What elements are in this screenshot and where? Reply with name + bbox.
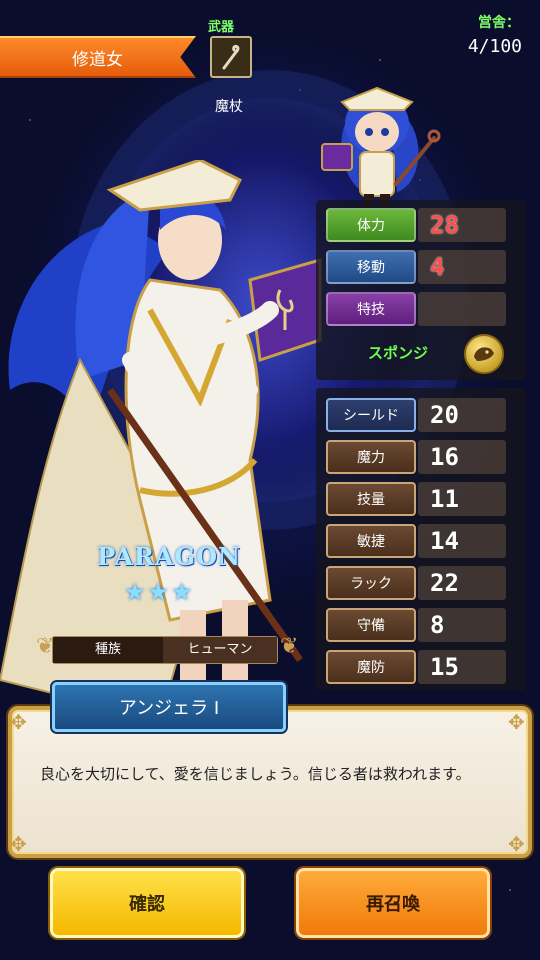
stat-label: 守備 (326, 608, 416, 642)
stat-value-bg (418, 292, 506, 326)
sponge-skill-icon[interactable] (464, 334, 504, 374)
rarity-label: PARAGON (97, 542, 241, 571)
confirm-button[interactable]: 確認 (50, 868, 244, 938)
stat-label: 魔力 (326, 440, 416, 474)
barracks-label: 営舎： (478, 15, 520, 31)
race-value: ヒューマン (163, 637, 277, 663)
stat-row-shield: シールド 20 (326, 398, 506, 432)
stat-row-speed: 敏捷 14 (326, 524, 506, 558)
stat-value: 28 (430, 211, 459, 239)
stat-row-skill: 特技 (326, 292, 506, 326)
star-icon: ★ (147, 578, 170, 606)
stat-row-hp: 体力 28 (326, 208, 506, 242)
stat-row-skill-stat: 技量 11 (326, 482, 506, 516)
weapon-name: 魔杖 (215, 99, 243, 115)
corner-ornament-icon: ✥ (10, 832, 27, 856)
star-icon: ★ (171, 578, 193, 606)
character-name-plate: アンジェラ Ⅰ (52, 682, 286, 732)
corner-ornament-icon: ✥ (508, 832, 525, 856)
race-bar: 種族 ヒューマン (52, 636, 278, 664)
stat-label: 体力 (326, 208, 416, 242)
race-label: 種族 (53, 637, 163, 663)
corner-ornament-icon: ✥ (10, 710, 27, 734)
staff-icon (210, 36, 252, 78)
stat-label: 魔防 (326, 650, 416, 684)
stat-label: 技量 (326, 482, 416, 516)
stat-label: 移動 (326, 250, 416, 284)
stat-value: 16 (430, 443, 459, 471)
stat-label: ラック (326, 566, 416, 600)
dialogue-text: 良心を大切にして、愛を信じましょう。信じる者は救われます。 (40, 765, 471, 783)
stat-row-defense: 守備 8 (326, 608, 506, 642)
rarity-stars: ★ ★ ★ (124, 578, 193, 606)
stat-value: 22 (430, 569, 459, 597)
stat-row-resistance: 魔防 15 (326, 650, 506, 684)
rarity-badge: PARAGON ★ ★ ★ (94, 542, 244, 612)
star-icon: ★ (124, 578, 146, 606)
stat-row-magic: 魔力 16 (326, 440, 506, 474)
stat-value: 20 (430, 401, 459, 429)
stat-value: 15 (430, 653, 459, 681)
stat-row-luck: ラック 22 (326, 566, 506, 600)
class-name: 修道女 (72, 49, 123, 70)
ornament-right-icon: ❦ (280, 634, 299, 659)
resummon-button[interactable]: 再召喚 (296, 868, 490, 938)
stat-value: 11 (430, 485, 459, 513)
skill-name: スポンジ (368, 344, 429, 362)
corner-ornament-icon: ✥ (508, 710, 525, 734)
stat-label: 特技 (326, 292, 416, 326)
stat-row-move: 移動 4 (326, 250, 506, 284)
chibi-sprite (321, 86, 441, 210)
stat-value: 14 (430, 527, 459, 555)
stat-label: シールド (326, 398, 416, 432)
weapon-label: 武器 (208, 20, 235, 35)
stat-value: 8 (430, 611, 445, 639)
stat-label: 敏捷 (326, 524, 416, 558)
stat-value: 4 (430, 253, 445, 281)
character-name: アンジェラ Ⅰ (118, 698, 220, 719)
barracks-count: 4/100 (467, 36, 522, 57)
class-banner: 修道女 (0, 36, 196, 78)
